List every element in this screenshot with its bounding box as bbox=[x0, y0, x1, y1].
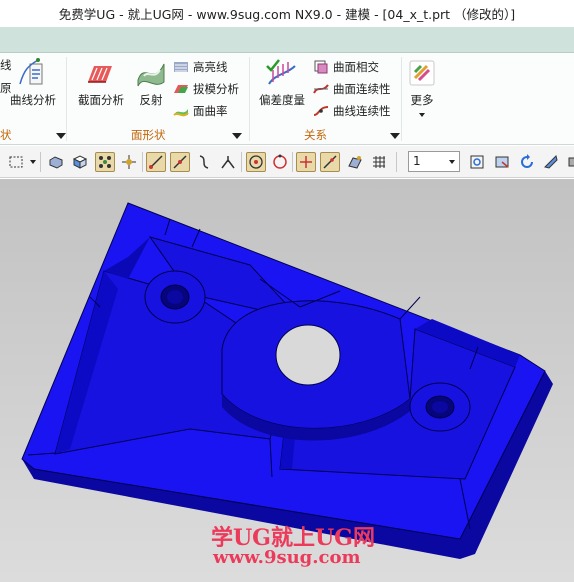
chevron-down-icon bbox=[419, 113, 425, 117]
section-analysis-button[interactable]: 截面分析 bbox=[78, 56, 124, 108]
rotate-view-icon[interactable] bbox=[517, 152, 537, 172]
snap-intersection-icon[interactable] bbox=[218, 152, 238, 172]
face-intersect-label: 曲面相交 bbox=[333, 60, 379, 74]
grid-icon[interactable] bbox=[345, 152, 365, 172]
graphics-viewport[interactable]: 学UG就上UG网 www.9sug.com bbox=[0, 179, 574, 582]
snap-quadrant-icon[interactable] bbox=[270, 152, 290, 172]
more-gallery-button[interactable]: 更多 bbox=[405, 56, 439, 117]
face-curvature-label: 面曲率 bbox=[193, 104, 228, 118]
reflection-button[interactable]: 反射 bbox=[134, 56, 168, 108]
surface-continuity-icon bbox=[313, 84, 329, 94]
highlight-lines-button[interactable]: 高亮线 bbox=[173, 57, 228, 77]
surface-continuity-button[interactable]: 曲面连续性 bbox=[313, 79, 391, 99]
layer-select[interactable]: 1 bbox=[408, 151, 460, 172]
face-intersect-icon bbox=[314, 60, 328, 74]
group-divider bbox=[66, 57, 67, 141]
curve-continuity-icon bbox=[313, 106, 329, 116]
section-analysis-label: 截面分析 bbox=[78, 93, 124, 107]
toolbar-divider bbox=[292, 152, 293, 172]
draft-analysis-label: 拔模分析 bbox=[193, 82, 239, 96]
toolbar-divider bbox=[396, 152, 397, 172]
select-face-icon[interactable] bbox=[70, 152, 90, 172]
ribbon-tab-strip bbox=[0, 27, 574, 53]
toolbar-divider bbox=[40, 152, 41, 172]
snap-point-icon[interactable] bbox=[119, 152, 139, 172]
nx-app-window: 免费学UG - 就上UG网 - www.9sug.com NX9.0 - 建模 … bbox=[0, 0, 574, 582]
select-box-icon[interactable] bbox=[6, 152, 26, 172]
curve-analysis-label: 曲线分析 bbox=[10, 93, 56, 107]
group-menu-arrow[interactable] bbox=[232, 133, 242, 139]
selection-toolbar: 1 bbox=[0, 146, 574, 178]
reflection-label: 反射 bbox=[139, 93, 163, 107]
snap-onCurve-icon[interactable] bbox=[296, 152, 316, 172]
curve-analysis-icon bbox=[16, 56, 50, 90]
left-bolt-hole-inner bbox=[167, 290, 183, 304]
chevron-down-icon bbox=[449, 160, 455, 164]
snap-control-icon[interactable] bbox=[194, 152, 214, 172]
face-curvature-button[interactable]: 面曲率 bbox=[173, 101, 228, 121]
curve-continuity-label: 曲线连续性 bbox=[333, 104, 391, 118]
center-hole bbox=[275, 324, 341, 386]
curve-continuity-button[interactable]: 曲线连续性 bbox=[313, 101, 391, 121]
deviation-gauge-label: 偏差度量 bbox=[259, 93, 305, 107]
select-components-icon[interactable] bbox=[95, 152, 115, 172]
section-analysis-icon bbox=[84, 56, 118, 90]
group-menu-arrow[interactable] bbox=[390, 133, 400, 139]
part-model[interactable] bbox=[0, 179, 574, 582]
toolbar-overflow-icon[interactable] bbox=[563, 152, 574, 172]
highlight-lines-icon bbox=[174, 62, 188, 72]
curve-analysis-button[interactable]: 曲线分析 bbox=[10, 56, 56, 108]
toolbar-divider bbox=[142, 152, 143, 172]
snap-endpoint-icon[interactable] bbox=[146, 152, 166, 172]
shaded-view-icon[interactable] bbox=[492, 152, 512, 172]
group-label-relation: 关系 bbox=[304, 128, 327, 142]
chevron-down-icon[interactable] bbox=[30, 160, 36, 164]
right-bolt-hole-inner bbox=[432, 401, 448, 413]
snap-midpoint-icon[interactable] bbox=[170, 152, 190, 172]
fit-view-icon[interactable] bbox=[467, 152, 487, 172]
group-divider bbox=[249, 57, 250, 141]
snap-center-icon[interactable] bbox=[246, 152, 266, 172]
more-gallery-icon bbox=[405, 56, 439, 90]
select-solid-icon[interactable] bbox=[46, 152, 66, 172]
draft-analysis-icon bbox=[174, 85, 188, 93]
group-menu-arrow[interactable] bbox=[56, 133, 66, 139]
deviation-gauge-icon bbox=[265, 56, 299, 90]
surface-continuity-label: 曲面连续性 bbox=[333, 82, 391, 96]
reflection-icon bbox=[134, 56, 168, 90]
face-curvature-icon bbox=[173, 109, 189, 117]
draft-analysis-button[interactable]: 拔模分析 bbox=[173, 79, 239, 99]
ribbon: 线 原 状 曲线分析 截面分析 反射 高亮线 拔模分析 面曲率 面形状 偏差度量… bbox=[0, 53, 574, 145]
more-label: 更多 bbox=[410, 93, 434, 107]
window-title: 免费学UG - 就上UG网 - www.9sug.com NX9.0 - 建模 … bbox=[0, 0, 574, 27]
rotate-view-icon[interactable] bbox=[541, 152, 561, 172]
toolbar-divider bbox=[241, 152, 242, 172]
display-edit-icon[interactable] bbox=[369, 152, 389, 172]
face-intersect-button[interactable]: 曲面相交 bbox=[313, 57, 379, 77]
group-divider bbox=[401, 57, 402, 141]
highlight-lines-label: 高亮线 bbox=[193, 60, 228, 74]
truncated-group-label: 状 bbox=[0, 128, 12, 142]
deviation-gauge-button[interactable]: 偏差度量 bbox=[259, 56, 305, 108]
snap-onface-icon[interactable] bbox=[320, 152, 340, 172]
layer-select-value: 1 bbox=[413, 154, 421, 168]
group-label-face-shape: 面形状 bbox=[131, 128, 166, 142]
